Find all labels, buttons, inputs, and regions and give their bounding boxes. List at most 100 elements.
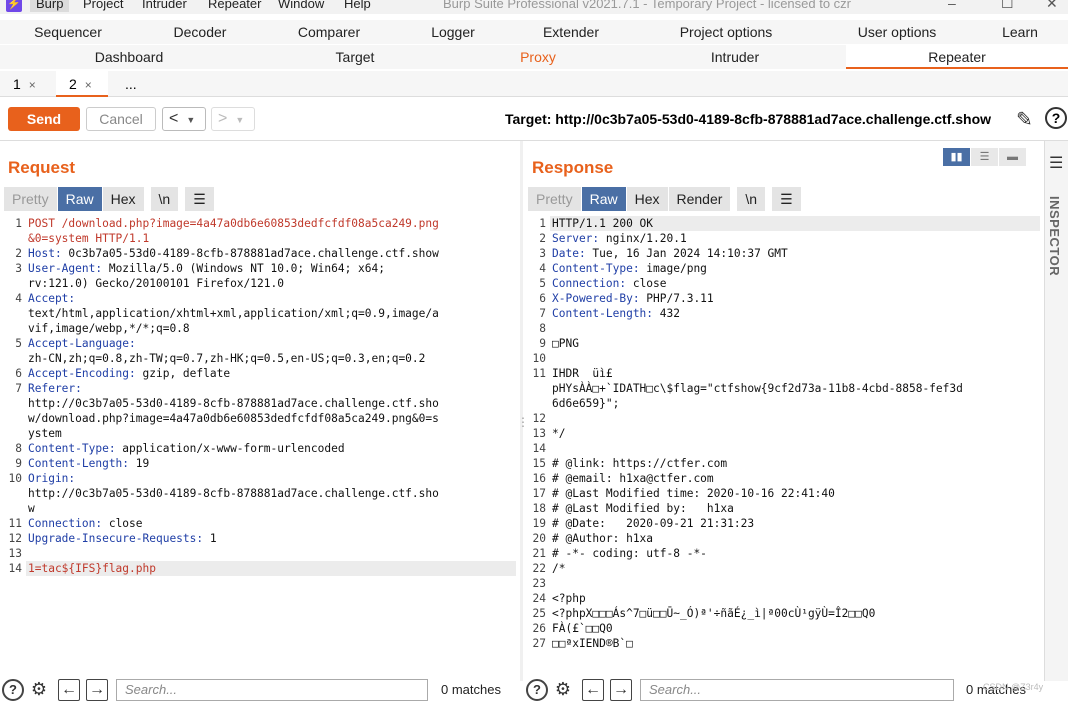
line-number: 19 bbox=[532, 517, 546, 530]
close-icon[interactable]: × bbox=[29, 78, 36, 92]
view-raw[interactable]: Raw bbox=[57, 187, 103, 211]
line-text: */ bbox=[552, 427, 566, 440]
send-button[interactable]: Send bbox=[8, 107, 80, 131]
code-line: http://0c3b7a05-53d0-4189-8cfb-878881ad7… bbox=[28, 396, 439, 411]
split-horizontal-icon[interactable]: ▮▮ bbox=[943, 148, 971, 166]
menu-intruder[interactable]: Intruder bbox=[142, 0, 187, 12]
code-line: Connection: close bbox=[28, 516, 143, 531]
menu-burp[interactable]: Burp bbox=[30, 0, 70, 12]
arrow-right-icon[interactable]: → bbox=[610, 679, 632, 701]
view-pretty[interactable]: Pretty bbox=[4, 187, 58, 211]
line-text: # @link: https://ctfer.com bbox=[552, 457, 728, 470]
subtab-more[interactable]: ... bbox=[112, 71, 152, 97]
view-render[interactable]: Render bbox=[668, 187, 732, 211]
inspector-panel[interactable]: ☰ INSPECTOR bbox=[1044, 141, 1068, 681]
arrow-left-icon[interactable]: ← bbox=[58, 679, 80, 701]
tab-proxy[interactable]: Proxy bbox=[452, 45, 624, 69]
view-raw[interactable]: Raw bbox=[581, 187, 627, 211]
line-text: 19 bbox=[129, 457, 150, 470]
settings-icon[interactable]: ⚙ bbox=[552, 679, 574, 701]
code-line: Accept-Encoding: gzip, deflate bbox=[28, 366, 230, 381]
repeater-subtabs: 1 × 2 × ... bbox=[0, 71, 1068, 97]
tab-comparer[interactable]: Comparer bbox=[264, 20, 394, 44]
help-icon[interactable]: ? bbox=[2, 679, 24, 701]
help-icon[interactable]: ? bbox=[1045, 107, 1067, 129]
tab-target[interactable]: Target bbox=[258, 45, 452, 69]
repeater-toolbar: Send Cancel < ▼ > ▼ Target: http://0c3b7a0… bbox=[0, 97, 1068, 141]
menu-icon[interactable]: ☰ bbox=[772, 187, 802, 211]
line-text: 1 bbox=[203, 532, 217, 545]
code-line: text/html,application/xhtml+xml,applicat… bbox=[28, 306, 439, 321]
close-window-button[interactable]: ✕ bbox=[1046, 0, 1058, 11]
code-line: □PNG bbox=[552, 336, 579, 351]
code-line: Server: nginx/1.20.1 bbox=[552, 231, 687, 246]
inspector-label: INSPECTOR bbox=[1047, 196, 1062, 277]
dropdown-icon[interactable]: ▼ bbox=[186, 115, 195, 125]
tab-dashboard[interactable]: Dashboard bbox=[0, 45, 258, 69]
line-text: ystem bbox=[28, 427, 62, 440]
request-editor[interactable]: 1 POST /download.php?image=4a47a0db6e6085… bbox=[4, 216, 516, 676]
back-button[interactable]: < ▼ bbox=[162, 107, 206, 131]
tab-extender[interactable]: Extender bbox=[512, 20, 630, 44]
code-line: /* bbox=[552, 561, 565, 576]
pencil-icon[interactable]: ✎ bbox=[1016, 107, 1033, 132]
tab-decoder[interactable]: Decoder bbox=[136, 20, 264, 44]
request-view-buttons: Pretty Raw Hex \n ☰ bbox=[4, 187, 215, 211]
subtab-2[interactable]: 2 × bbox=[56, 71, 108, 97]
menu-project[interactable]: Project bbox=[83, 0, 123, 12]
line-number: 14 bbox=[8, 562, 22, 575]
menu-repeater[interactable]: Repeater bbox=[208, 0, 261, 12]
tab-intruder[interactable]: Intruder bbox=[624, 45, 846, 69]
tab-repeater[interactable]: Repeater bbox=[846, 45, 1068, 69]
line-number: 17 bbox=[532, 487, 546, 500]
tab-learn[interactable]: Learn bbox=[972, 20, 1068, 44]
header-key: Referer: bbox=[28, 382, 82, 395]
help-icon[interactable]: ? bbox=[526, 679, 548, 701]
view-newline[interactable]: \n bbox=[150, 187, 180, 211]
view-hex[interactable]: Hex bbox=[626, 187, 669, 211]
settings-icon[interactable]: ⚙ bbox=[28, 679, 50, 701]
subtab-label: ... bbox=[125, 76, 137, 92]
cancel-button[interactable]: Cancel bbox=[86, 107, 156, 131]
tab-user-options[interactable]: User options bbox=[822, 20, 972, 44]
search-input[interactable]: Search... bbox=[640, 679, 954, 701]
line-text: &0=system HTTP/1.1 bbox=[28, 232, 150, 245]
request-search-bar: ? ⚙ ← → Search... 0 matches bbox=[0, 679, 520, 701]
view-hex[interactable]: Hex bbox=[102, 187, 145, 211]
maximize-button[interactable]: ☐ bbox=[1001, 0, 1014, 11]
menu-window[interactable]: Window bbox=[278, 0, 324, 12]
dropdown-icon[interactable]: ▼ bbox=[235, 115, 244, 125]
header-key: Server: bbox=[552, 232, 600, 245]
code-line: IHDR üì£ bbox=[552, 366, 613, 381]
line-text: # @Last Modified by: h1xa bbox=[552, 502, 734, 515]
response-editor[interactable]: 1 HTTP/1.1 200 OK 2 Server: nginx/1.20.1 3 Da… bbox=[528, 216, 1040, 676]
arrow-left-icon[interactable]: ← bbox=[582, 679, 604, 701]
menu-icon[interactable]: ☰ bbox=[1049, 153, 1063, 173]
code-line: User-Agent: Mozilla/5.0 (Windows NT 10.0… bbox=[28, 261, 385, 276]
line-number: 16 bbox=[532, 472, 546, 485]
line-number: 24 bbox=[532, 592, 546, 605]
minimize-button[interactable]: – bbox=[948, 0, 956, 11]
menu-icon[interactable]: ☰ bbox=[185, 187, 215, 211]
arrow-right-icon[interactable]: → bbox=[86, 679, 108, 701]
close-icon[interactable]: × bbox=[85, 78, 92, 92]
code-line: POST /download.php?image=4a47a0db6e60853… bbox=[28, 216, 439, 231]
subtab-1[interactable]: 1 × bbox=[0, 71, 52, 97]
menu-help[interactable]: Help bbox=[344, 0, 371, 12]
code-line: Content-Type: application/x-www-form-url… bbox=[28, 441, 345, 456]
line-text: 1=tac${IFS}flag.php bbox=[28, 562, 156, 575]
search-input[interactable]: Search... bbox=[116, 679, 428, 701]
tabs-layout-icon[interactable]: ▬ bbox=[999, 148, 1027, 166]
tab-logger[interactable]: Logger bbox=[394, 20, 512, 44]
subtab-label: 1 bbox=[13, 76, 21, 92]
tab-project-options[interactable]: Project options bbox=[630, 20, 822, 44]
tab-sequencer[interactable]: Sequencer bbox=[0, 20, 136, 44]
line-number: 12 bbox=[532, 412, 546, 425]
line-number: 1 bbox=[539, 217, 546, 230]
line-number: 6 bbox=[15, 367, 22, 380]
view-newline[interactable]: \n bbox=[737, 187, 767, 211]
view-pretty[interactable]: Pretty bbox=[528, 187, 582, 211]
forward-button[interactable]: > ▼ bbox=[211, 107, 255, 131]
pane-divider[interactable] bbox=[520, 141, 523, 681]
split-vertical-icon[interactable]: ☰ bbox=[971, 148, 999, 166]
